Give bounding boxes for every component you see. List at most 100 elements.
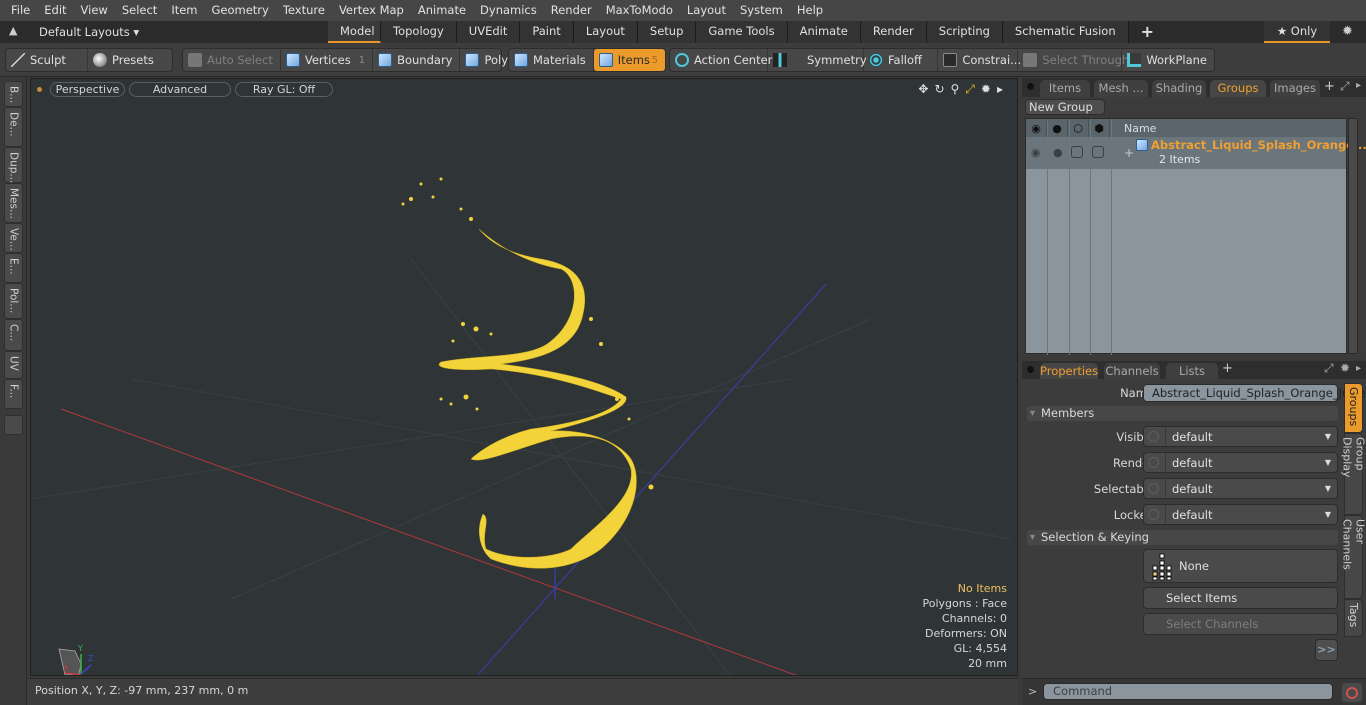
side-tab-group-display[interactable]: Group Display [1341, 433, 1366, 515]
left-tab-curve[interactable]: C... [4, 319, 23, 351]
vertices-button[interactable]: Vertices 1 [281, 49, 374, 71]
menu-render[interactable]: Render [544, 0, 599, 21]
expand-arrow-icon[interactable]: ▸ [997, 82, 1003, 97]
row-render-icon[interactable]: ● [1053, 146, 1063, 159]
row-select-toggle[interactable] [1092, 146, 1104, 158]
expand-plus-icon[interactable]: + [1124, 146, 1134, 160]
raygl-toggle[interactable]: Ray GL: Off [235, 81, 333, 97]
render-camera-icon[interactable]: ● [1047, 119, 1068, 137]
tab-channels[interactable]: Channels [1104, 363, 1160, 380]
menu-system[interactable]: System [733, 0, 790, 21]
tab-shading[interactable]: Shading [1152, 80, 1206, 97]
side-tab-user-channels[interactable]: User Channels [1341, 515, 1366, 599]
tab-render[interactable]: Render [860, 21, 927, 43]
menu-file[interactable]: File [4, 0, 37, 21]
side-tab-groups[interactable]: Groups [1344, 383, 1363, 433]
viewport-gear-icon[interactable]: ✹ [981, 82, 991, 97]
panel-menu-dot[interactable] [1027, 83, 1034, 90]
add-tab-button[interactable]: + [1129, 21, 1166, 43]
properties-arrow-icon[interactable]: ▸ [1356, 363, 1361, 374]
menu-texture[interactable]: Texture [276, 0, 332, 21]
left-tab-basic[interactable]: B... [4, 81, 23, 107]
falloff-button[interactable]: Falloff [864, 49, 939, 71]
selection-keying-section[interactable]: Selection & Keying [1027, 530, 1338, 545]
left-tab-mesh-edit[interactable]: Mes... [4, 183, 23, 223]
group-row[interactable]: ◉ ● + Abstract_Liquid_Splash_Orange ... … [1026, 137, 1366, 169]
left-tab-extra[interactable] [4, 415, 23, 435]
only-favorites-toggle[interactable]: ★ Only [1264, 21, 1330, 43]
workplane-button[interactable]: WorkPlane [1122, 49, 1214, 71]
collapse-up-icon[interactable]: ▲ [9, 24, 17, 37]
boundary-button[interactable]: Boundary [373, 49, 461, 71]
zoom-icon[interactable]: ⚲ [951, 82, 960, 97]
tab-scripting[interactable]: Scripting [926, 21, 1003, 43]
tab-lists[interactable]: Lists [1166, 363, 1218, 380]
menu-vertex-map[interactable]: Vertex Map [332, 0, 411, 21]
menu-dynamics[interactable]: Dynamics [473, 0, 544, 21]
side-tab-tags[interactable]: Tags [1344, 599, 1363, 637]
menu-item[interactable]: Item [164, 0, 204, 21]
tab-groups[interactable]: Groups [1210, 80, 1266, 97]
add-tab-icon[interactable]: + [1324, 79, 1335, 94]
layouts-dropdown[interactable]: Default Layouts ▾ [39, 25, 139, 39]
viewport-menu-dot[interactable] [37, 86, 42, 92]
tab-uvedit[interactable]: UVEdit [456, 21, 521, 43]
select-channels-button[interactable]: Select Channels [1143, 613, 1338, 635]
tab-items[interactable]: Items [1040, 80, 1090, 97]
tab-animate[interactable]: Animate [787, 21, 861, 43]
panel-arrow-icon[interactable]: ▸ [1356, 80, 1361, 91]
tab-images[interactable]: Images [1270, 80, 1320, 97]
shading-dropdown[interactable]: Advanced [129, 81, 231, 97]
tab-mesh[interactable]: Mesh ... [1094, 80, 1148, 97]
3d-viewport[interactable]: Y Z X Perspective Advanced Ray GL: Off ✥… [30, 78, 1018, 676]
locked-radio[interactable] [1148, 509, 1159, 520]
menu-view[interactable]: View [74, 0, 115, 21]
select-through-button[interactable]: Select Through [1018, 49, 1129, 71]
menu-edit[interactable]: Edit [37, 0, 73, 21]
tab-paint[interactable]: Paint [520, 21, 574, 43]
tab-game-tools[interactable]: Game Tools [696, 21, 788, 43]
properties-menu-dot[interactable] [1027, 366, 1034, 373]
locked-dropdown[interactable]: default ▼ [1143, 504, 1338, 525]
maximize-properties-icon[interactable]: ⤢ [1324, 361, 1334, 376]
row-lock-toggle[interactable] [1071, 146, 1083, 158]
record-button[interactable] [1342, 683, 1362, 702]
left-tab-duplicate[interactable]: Dup... [4, 147, 23, 183]
more-button[interactable]: >> [1315, 639, 1338, 661]
menu-help[interactable]: Help [790, 0, 830, 21]
view-mode-dropdown[interactable]: Perspective [50, 81, 125, 97]
materials-button[interactable]: Materials [509, 49, 594, 71]
selectable-dropdown[interactable]: default ▼ [1143, 478, 1338, 499]
menu-select[interactable]: Select [115, 0, 164, 21]
groups-scrollbar[interactable] [1348, 118, 1358, 354]
lock-cube-icon[interactable]: ⬡ [1068, 119, 1089, 137]
members-section[interactable]: Members [1027, 406, 1338, 421]
menu-geometry[interactable]: Geometry [205, 0, 276, 21]
symmetry-button[interactable]: Symmetry [768, 49, 867, 71]
tab-setup[interactable]: Setup [637, 21, 697, 43]
sculpt-button[interactable]: Sculpt [6, 49, 88, 71]
select-cube-icon[interactable]: ⬢ [1089, 119, 1110, 137]
render-dropdown[interactable]: default ▼ [1143, 452, 1338, 473]
select-items-button[interactable]: Select Items [1143, 587, 1338, 609]
selectable-radio[interactable] [1148, 483, 1159, 494]
left-tab-edge[interactable]: E... [4, 253, 23, 283]
visibility-eye-icon[interactable]: ◉ [1026, 119, 1047, 137]
presets-button[interactable]: Presets [88, 49, 161, 71]
visible-radio[interactable] [1148, 431, 1159, 442]
left-tab-polygon[interactable]: Pol... [4, 283, 23, 319]
name-field[interactable]: Abstract_Liquid_Splash_Orange_Juice [1143, 384, 1366, 402]
menu-layout[interactable]: Layout [680, 0, 733, 21]
rotate-icon[interactable]: ↻ [934, 82, 944, 97]
none-preset-button[interactable]: None [1143, 549, 1338, 583]
tab-properties[interactable]: Properties [1040, 363, 1098, 380]
maximize-panel-icon[interactable]: ⤢ [1340, 79, 1350, 94]
new-group-button[interactable]: New Group [1025, 99, 1105, 115]
properties-gear-icon[interactable]: ✹ [1340, 361, 1350, 375]
items-button[interactable]: Items 5 [593, 49, 665, 71]
add-properties-tab-icon[interactable]: + [1222, 361, 1233, 376]
visible-dropdown[interactable]: default ▼ [1143, 426, 1338, 447]
pan-icon[interactable]: ✥ [918, 82, 928, 97]
left-tab-fusion[interactable]: F... [4, 379, 23, 409]
action-center-button[interactable]: Action Center [670, 49, 772, 71]
